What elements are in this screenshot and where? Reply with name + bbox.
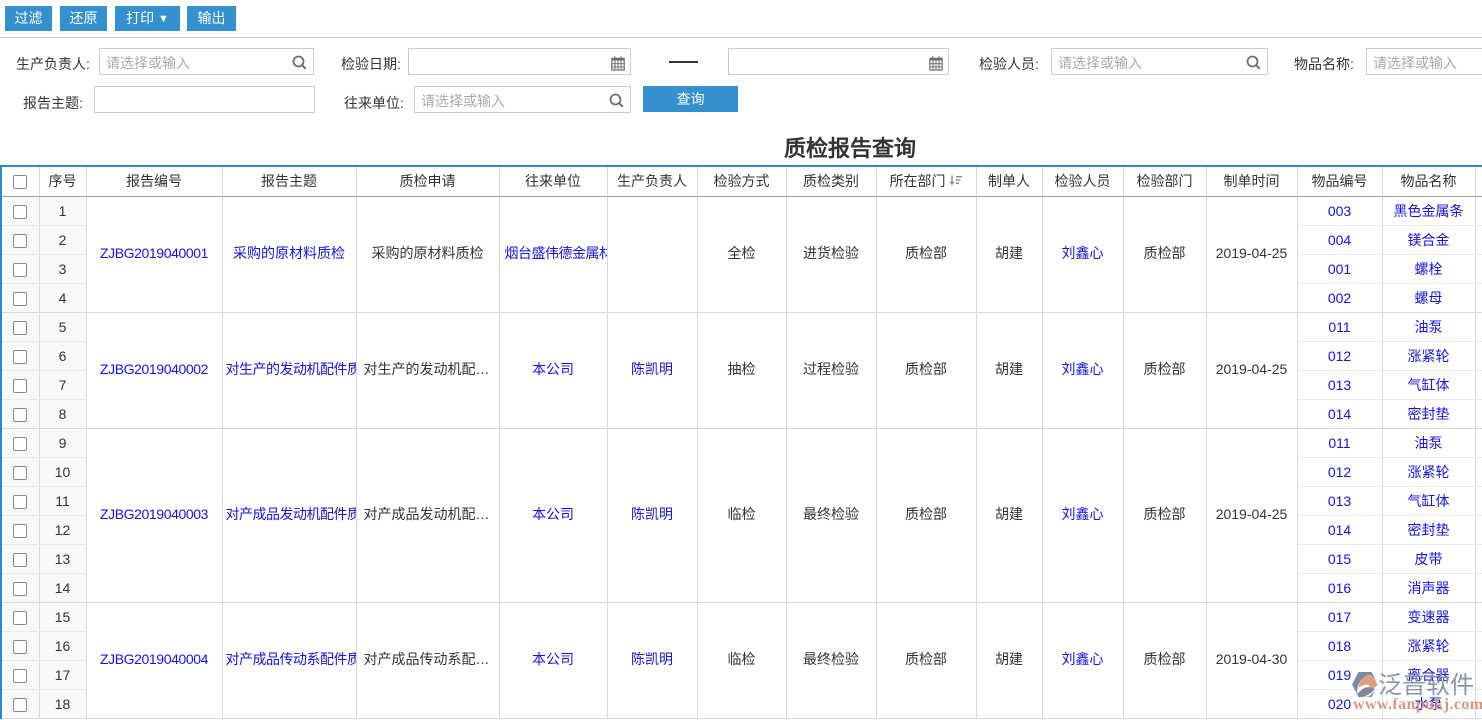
svg-text:www.fanpukj.com: www.fanpukj.com [1353, 696, 1482, 713]
svg-text:泛普软件: 泛普软件 [1378, 672, 1474, 699]
